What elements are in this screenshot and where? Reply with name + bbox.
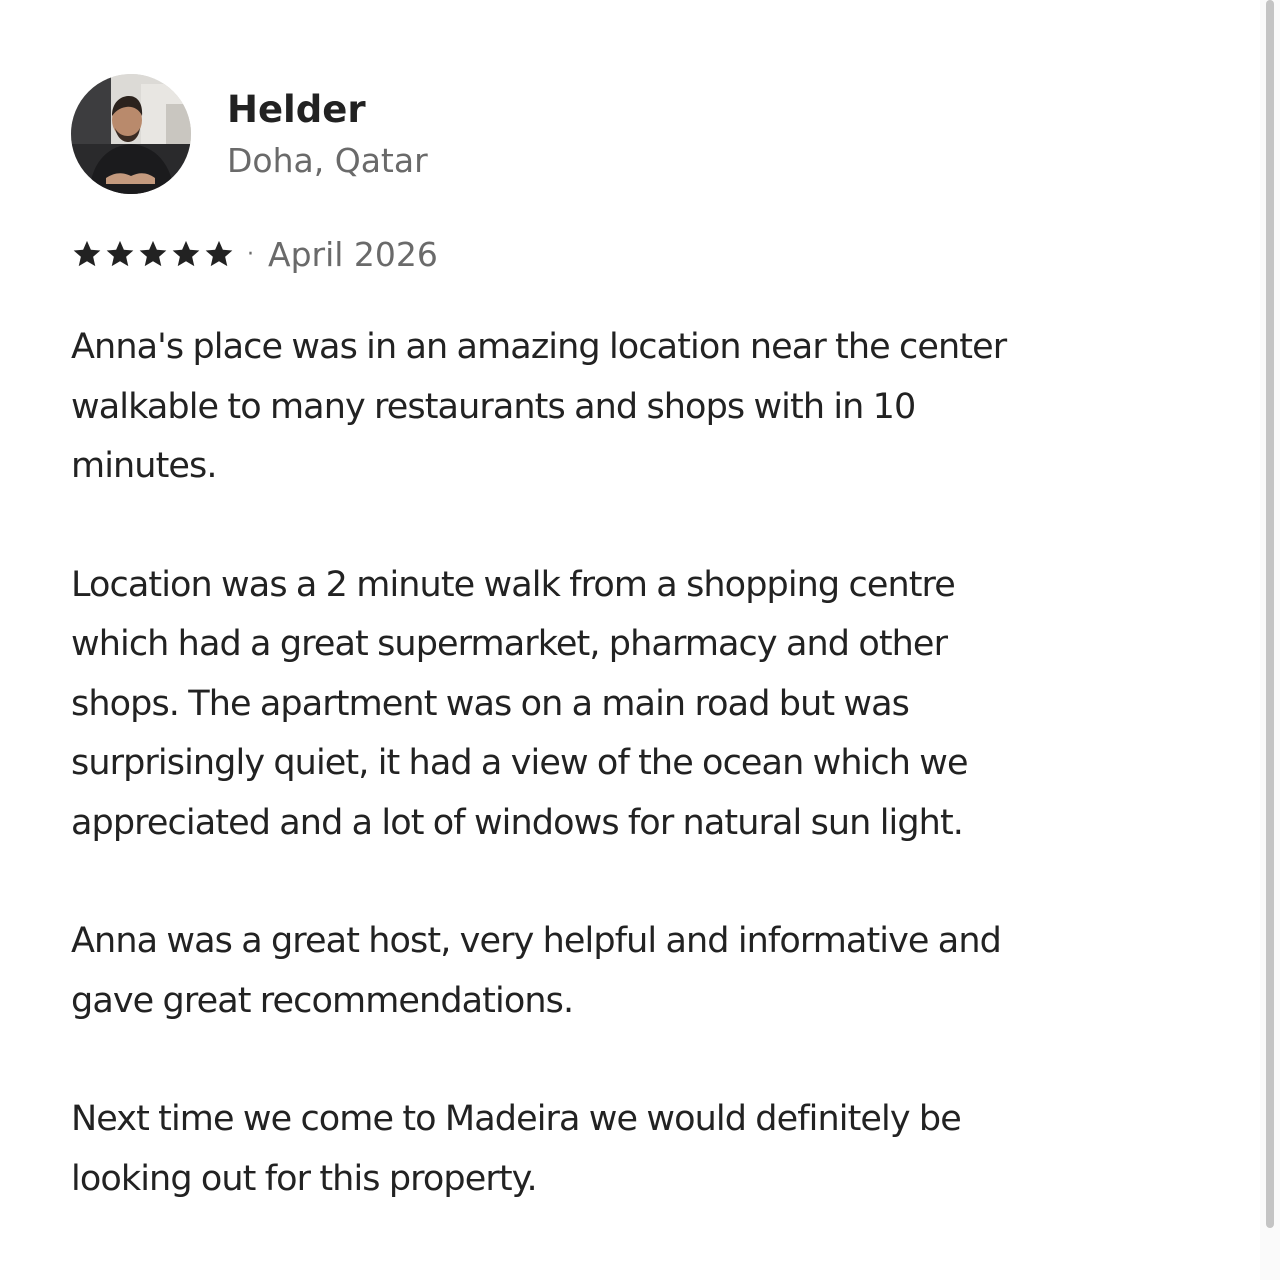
review-date: April 2026 (268, 234, 438, 274)
reviewer-name[interactable]: Helder (227, 88, 366, 132)
review-paragraph: Next time we come to Madeira we would de… (71, 1099, 962, 1199)
star-icon (203, 238, 235, 270)
review-card: Helder Doha, Qatar · April 2026 Anna's p… (0, 0, 1260, 1280)
reviewer-avatar[interactable] (71, 74, 191, 194)
reviewer-location: Doha, Qatar (227, 141, 428, 180)
review-paragraph: Anna's place was in an amazing location … (71, 327, 1007, 486)
rating-separator: · (247, 241, 254, 267)
rating-row: · April 2026 (71, 232, 438, 276)
star-icon (104, 238, 136, 270)
star-icon (137, 238, 169, 270)
review-paragraph: Location was a 2 minute walk from a shop… (71, 564, 969, 843)
scrollbar-thumb[interactable] (1266, 0, 1274, 1228)
review-body: Anna's place was in an amazing location … (71, 318, 1181, 1268)
star-rating (71, 238, 235, 270)
star-icon (71, 238, 103, 270)
review-paragraph: Anna was a great host, very helpful and … (71, 921, 1002, 1021)
avatar-photo (71, 74, 191, 194)
star-icon (170, 238, 202, 270)
scrollbar[interactable] (1260, 0, 1280, 1280)
